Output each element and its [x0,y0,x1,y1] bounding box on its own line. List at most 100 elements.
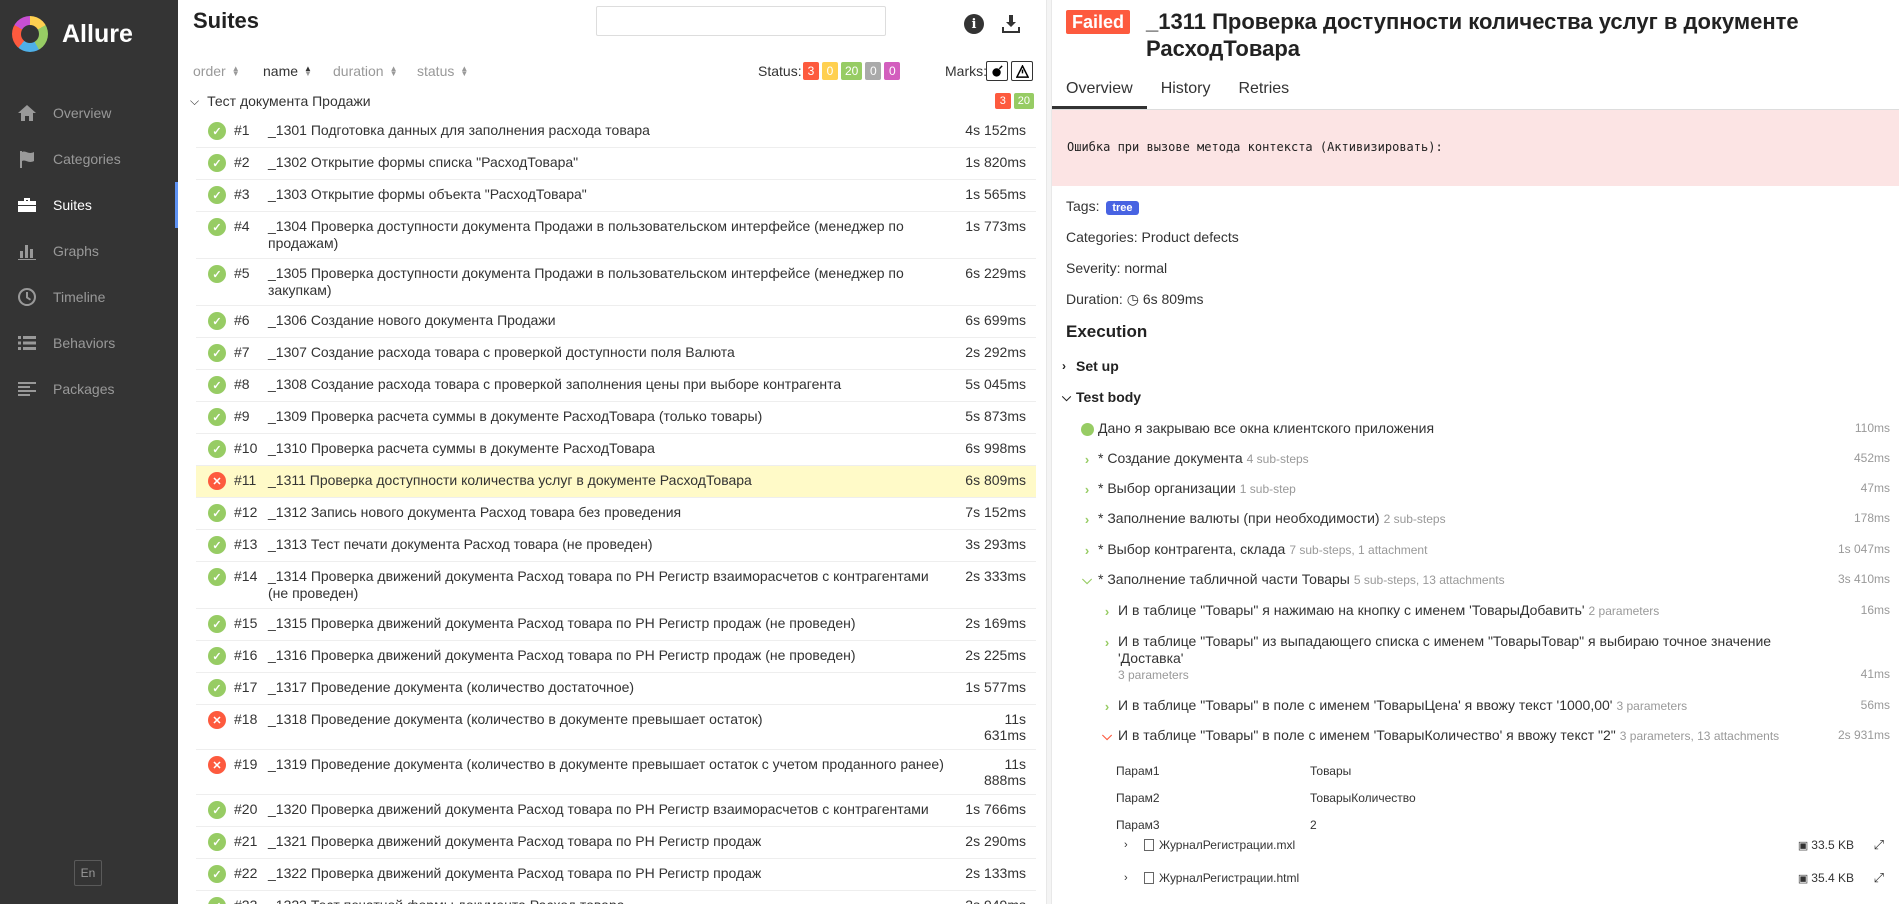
sort-name[interactable]: name ▲ ▼ [263,63,312,79]
status-skipped-badge[interactable]: 0 [865,62,882,80]
test-row[interactable]: ✓ #4 _1304 Проверка доступности документа … [196,212,1036,259]
categories-value: Product defects [1141,229,1239,245]
chevron-right-icon: › [1104,603,1110,619]
test-row[interactable]: ✓ #16 _1316 Проверка движений документа Ра… [196,641,1036,673]
step-row[interactable]: › * Выбор контрагента, склада 7 sub-steps,… [1080,541,1890,559]
suite-group[interactable]: ⌵ Тест документа Продажи 3 20 [188,89,1036,113]
test-row[interactable]: ✓ #21 _1321 Проверка движений документа Ра… [196,827,1036,859]
sidebar-nav: Overview Categories Suites Graphs Timeli… [0,90,178,412]
test-row[interactable]: ✓ #7 _1307 Создание расхода товара с прове… [196,338,1036,370]
test-name: _1319 Проведение документа (количество в… [268,756,944,772]
test-row[interactable]: ✓ #22 _1322 Проверка движений документа Ра… [196,859,1036,891]
search-input[interactable] [596,6,886,36]
test-row[interactable]: ✓ #2 _1302 Открытие формы списка "РасходТо… [196,148,1036,180]
duration-value: 6s 809ms [1142,291,1204,307]
substep-row[interactable]: › И в таблице "Товары" в поле с именем 'Т… [1100,697,1890,715]
sidebar-item-timeline[interactable]: Timeline [0,274,178,320]
test-row[interactable]: ✓ #8 _1308 Создание расхода товара с прове… [196,370,1036,402]
info-icon[interactable]: i [964,14,984,34]
test-row[interactable]: ✓ #17 _1317 Проведение документа (количест… [196,673,1036,705]
sort-duration[interactable]: duration ▲ ▼ [333,63,398,79]
test-name: _1302 Открытие формы списка "РасходТовар… [268,154,579,170]
step-row[interactable]: › * Создание документа 4 sub-steps 452ms [1080,450,1890,468]
attachment-row[interactable]: › ЖурналРегистрации.mxl ▣ 33.5 KB ⤢ [1124,837,1884,853]
test-row[interactable]: ✓ #15 _1315 Проверка движений документа Ра… [196,609,1036,641]
substep-summary: 3 parameters, 13 attachments [1619,729,1780,743]
step-text: Дано я закрываю все окна клиентского при… [1098,420,1435,436]
tab-overview[interactable]: Overview [1052,70,1147,109]
passed-status-icon: ✓ [208,615,226,633]
step-text: * Создание документа [1098,450,1243,466]
tags-row: Tags: tree [1066,198,1139,215]
test-body-block[interactable]: ⌵ Test body [1062,389,1141,405]
setup-block[interactable]: › Set up [1062,358,1119,374]
tab-history[interactable]: History [1147,70,1225,109]
attachment-row[interactable]: › ЖурналРегистрации.html ▣ 35.4 KB ⤢ [1124,870,1884,886]
sidebar-item-overview[interactable]: Overview [0,90,178,136]
new-failed-mark-button[interactable] [1011,61,1033,81]
error-message: Ошибка при вызове метода контекста (Акти… [1052,110,1899,186]
test-duration: 2s 169ms [965,615,1026,631]
test-number: #14 [234,568,258,584]
tab-retries[interactable]: Retries [1224,70,1303,109]
test-row[interactable]: ✓ #1 _1301 Подготовка данных для заполнени… [196,116,1036,148]
substep-row[interactable]: ⌵ И в таблице "Товары" в поле с именем 'Т… [1100,727,1890,745]
test-row[interactable]: ✓ #5 _1305 Проверка доступности документа … [196,259,1036,306]
sidebar-item-graphs[interactable]: Graphs [0,228,178,274]
passed-status-icon: ✓ [208,897,226,904]
step-summary: 2 sub-steps [1383,512,1446,526]
step-row[interactable]: Дано я закрываю все окна клиентского при… [1080,420,1890,438]
test-row[interactable]: ✓ #3 _1303 Открытие формы объекта "РасходТ… [196,180,1036,212]
substep-row[interactable]: › И в таблице "Товары" из выпадающего спи… [1100,633,1890,684]
fullscreen-icon[interactable]: ⤢ [1854,870,1884,886]
step-row[interactable]: › * Заполнение валюты (при необходимости)… [1080,510,1890,528]
test-row[interactable]: ✕ #19 _1319 Проведение документа (количест… [196,750,1036,795]
file-icon [1144,872,1154,884]
sidebar-item-behaviors[interactable]: Behaviors [0,320,178,366]
sidebar-item-categories[interactable]: Categories [0,136,178,182]
step-row[interactable]: › * Выбор организации 1 sub-step 47ms [1080,480,1890,498]
step-duration: 1s 047ms [1837,542,1890,556]
sort-status[interactable]: status ▲ ▼ [417,63,468,79]
substep-row[interactable]: › И в таблице "Товары" я нажимаю на кнопк… [1100,602,1890,620]
status-badge: Failed [1066,10,1131,34]
test-duration: 2s 292ms [965,344,1026,360]
brand[interactable]: Allure [12,16,133,52]
status-broken-badge[interactable]: 0 [822,62,838,80]
passed-status-icon: ✓ [208,186,226,204]
severity-label: Severity: [1066,260,1121,276]
step-row[interactable]: ⌵ * Заполнение табличной части Товары 5 su… [1080,571,1890,589]
step-summary: 7 sub-steps, 1 attachment [1289,543,1428,557]
passed-status-icon: ✓ [208,833,226,851]
suite-group-badges: 3 20 [994,93,1034,109]
fullscreen-icon[interactable]: ⤢ [1854,837,1884,853]
briefcase-icon [16,195,38,215]
test-row[interactable]: ✓ #14 _1314 Проверка движений документа Ра… [196,562,1036,609]
test-row[interactable]: ✕ #11 _1311 Проверка доступности количеств… [196,466,1036,498]
test-row[interactable]: ✕ #18 _1318 Проведение документа (количест… [196,705,1036,750]
flaky-mark-button[interactable] [986,61,1008,81]
test-name: _1310 Проверка расчета суммы в документе… [268,440,655,456]
sidebar-item-suites[interactable]: Suites [0,182,178,228]
download-icon[interactable] [1000,13,1022,35]
test-row[interactable]: ✓ #12 _1312 Запись нового документа Расход… [196,498,1036,530]
step-summary: 4 sub-steps [1246,452,1309,466]
test-row[interactable]: ✓ #6 _1306 Создание нового документа Прода… [196,306,1036,338]
test-row[interactable]: ✓ #20 _1320 Проверка движений документа Ра… [196,795,1036,827]
status-unknown-badge[interactable]: 0 [884,62,901,80]
status-passed-badge[interactable]: 20 [841,62,863,80]
sort-order[interactable]: order ▲ ▼ [193,63,240,79]
test-number: #5 [234,265,250,281]
sidebar-item-packages[interactable]: Packages [0,366,178,412]
test-row[interactable]: ✓ #10 _1310 Проверка расчета суммы в докум… [196,434,1036,466]
status-failed-badge[interactable]: 3 [803,62,819,80]
passed-status-icon: ✓ [208,536,226,554]
test-duration: 11s 888ms [983,756,1026,788]
test-row[interactable]: ✓ #9 _1309 Проверка расчета суммы в докуме… [196,402,1036,434]
language-button[interactable]: En [74,860,102,886]
substep-text-wrap: И в таблице "Товары" я нажимаю на кнопку… [1118,602,1800,620]
test-duration: 11s 631ms [983,711,1026,743]
test-row[interactable]: ✓ #23_1323 Тест печатной формы документа … [196,891,1036,904]
test-number: #11 [234,472,257,488]
test-row[interactable]: ✓ #13 _1313 Тест печати документа Расход т… [196,530,1036,562]
